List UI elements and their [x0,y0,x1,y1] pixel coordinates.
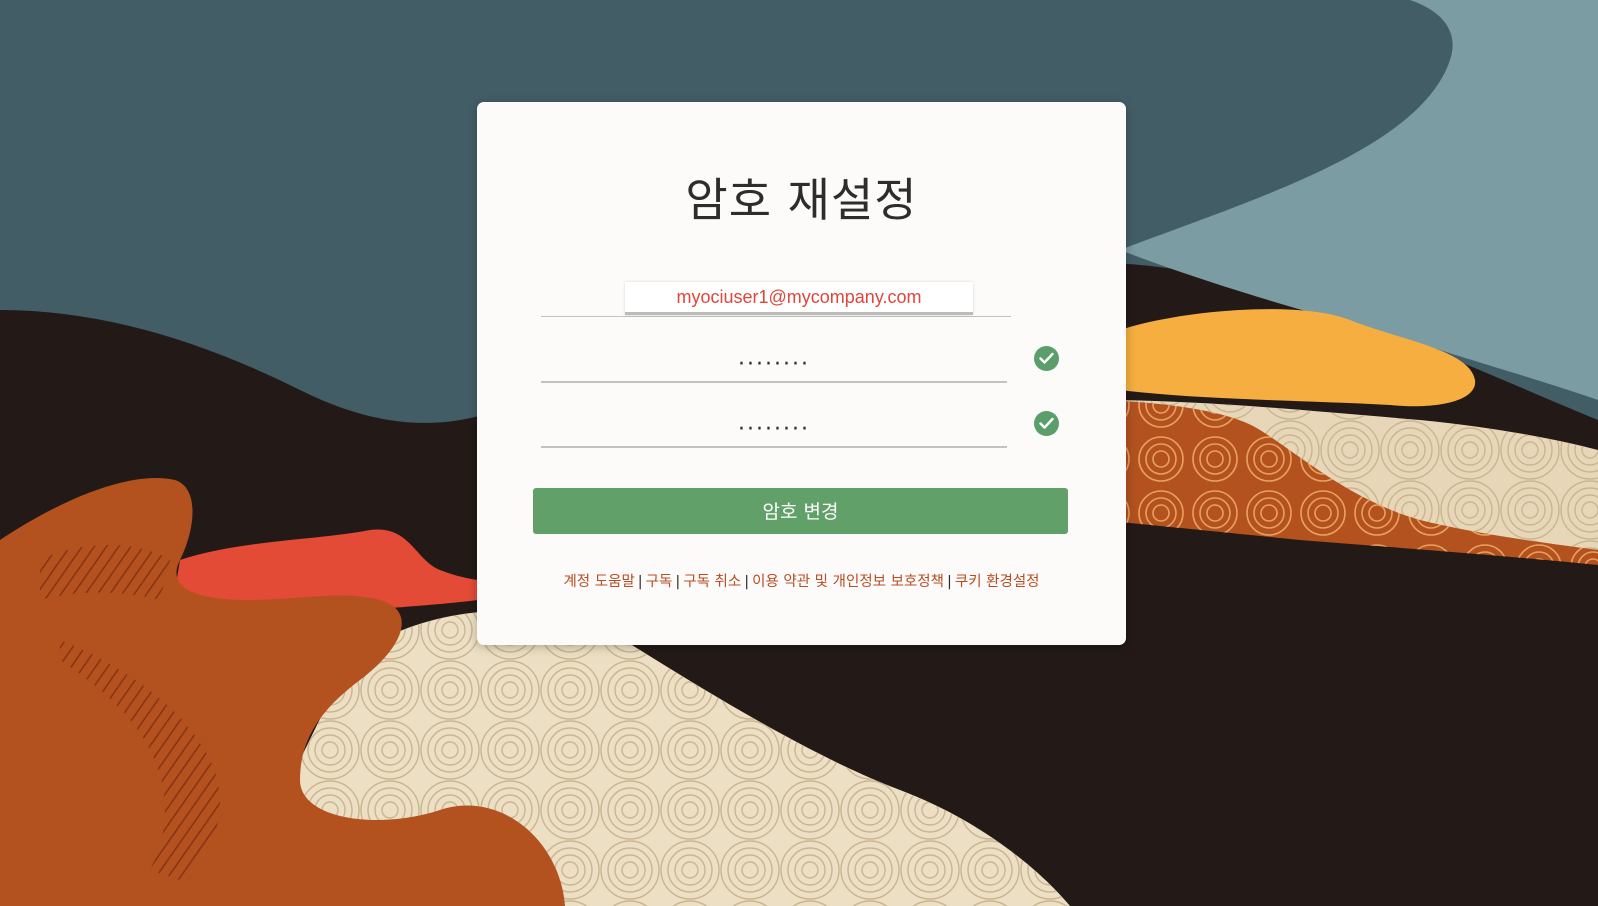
unsubscribe-link[interactable]: 구독 취소 [683,574,741,590]
checkmark-circle-icon [1034,346,1059,371]
email-value[interactable]: myociuser1@mycompany.com [625,282,973,315]
cookie-preferences-link[interactable]: 쿠키 환경설정 [955,574,1040,590]
new-password-input[interactable] [541,347,1007,381]
checkmark-circle-icon [1034,411,1059,436]
footer-links: 계정 도움말 | 구독 | 구독 취소 | 이용 약관 및 개인정보 보호정책 | 쿠키 환경설… [477,570,1126,591]
link-separator: | [946,574,952,590]
page-background: 암호 재설정 myociuser1@mycompany.com 암호 변경 계정… [0,0,1598,906]
confirm-password-input[interactable] [541,412,1007,446]
link-separator: | [675,574,681,590]
link-separator: | [744,574,750,590]
email-field[interactable]: myociuser1@mycompany.com [541,282,1011,317]
link-separator: | [637,574,643,590]
page-title: 암호 재설정 [685,173,918,227]
account-help-link[interactable]: 계정 도움말 [563,574,634,590]
change-password-button[interactable]: 암호 변경 [533,488,1068,534]
new-password-field[interactable] [541,347,1007,383]
confirm-password-field[interactable] [541,412,1007,448]
terms-privacy-link[interactable]: 이용 약관 및 개인정보 보호정책 [752,574,944,590]
subscribe-link[interactable]: 구독 [646,574,673,590]
reset-password-card: 암호 재설정 myociuser1@mycompany.com 암호 변경 계정… [477,102,1126,645]
